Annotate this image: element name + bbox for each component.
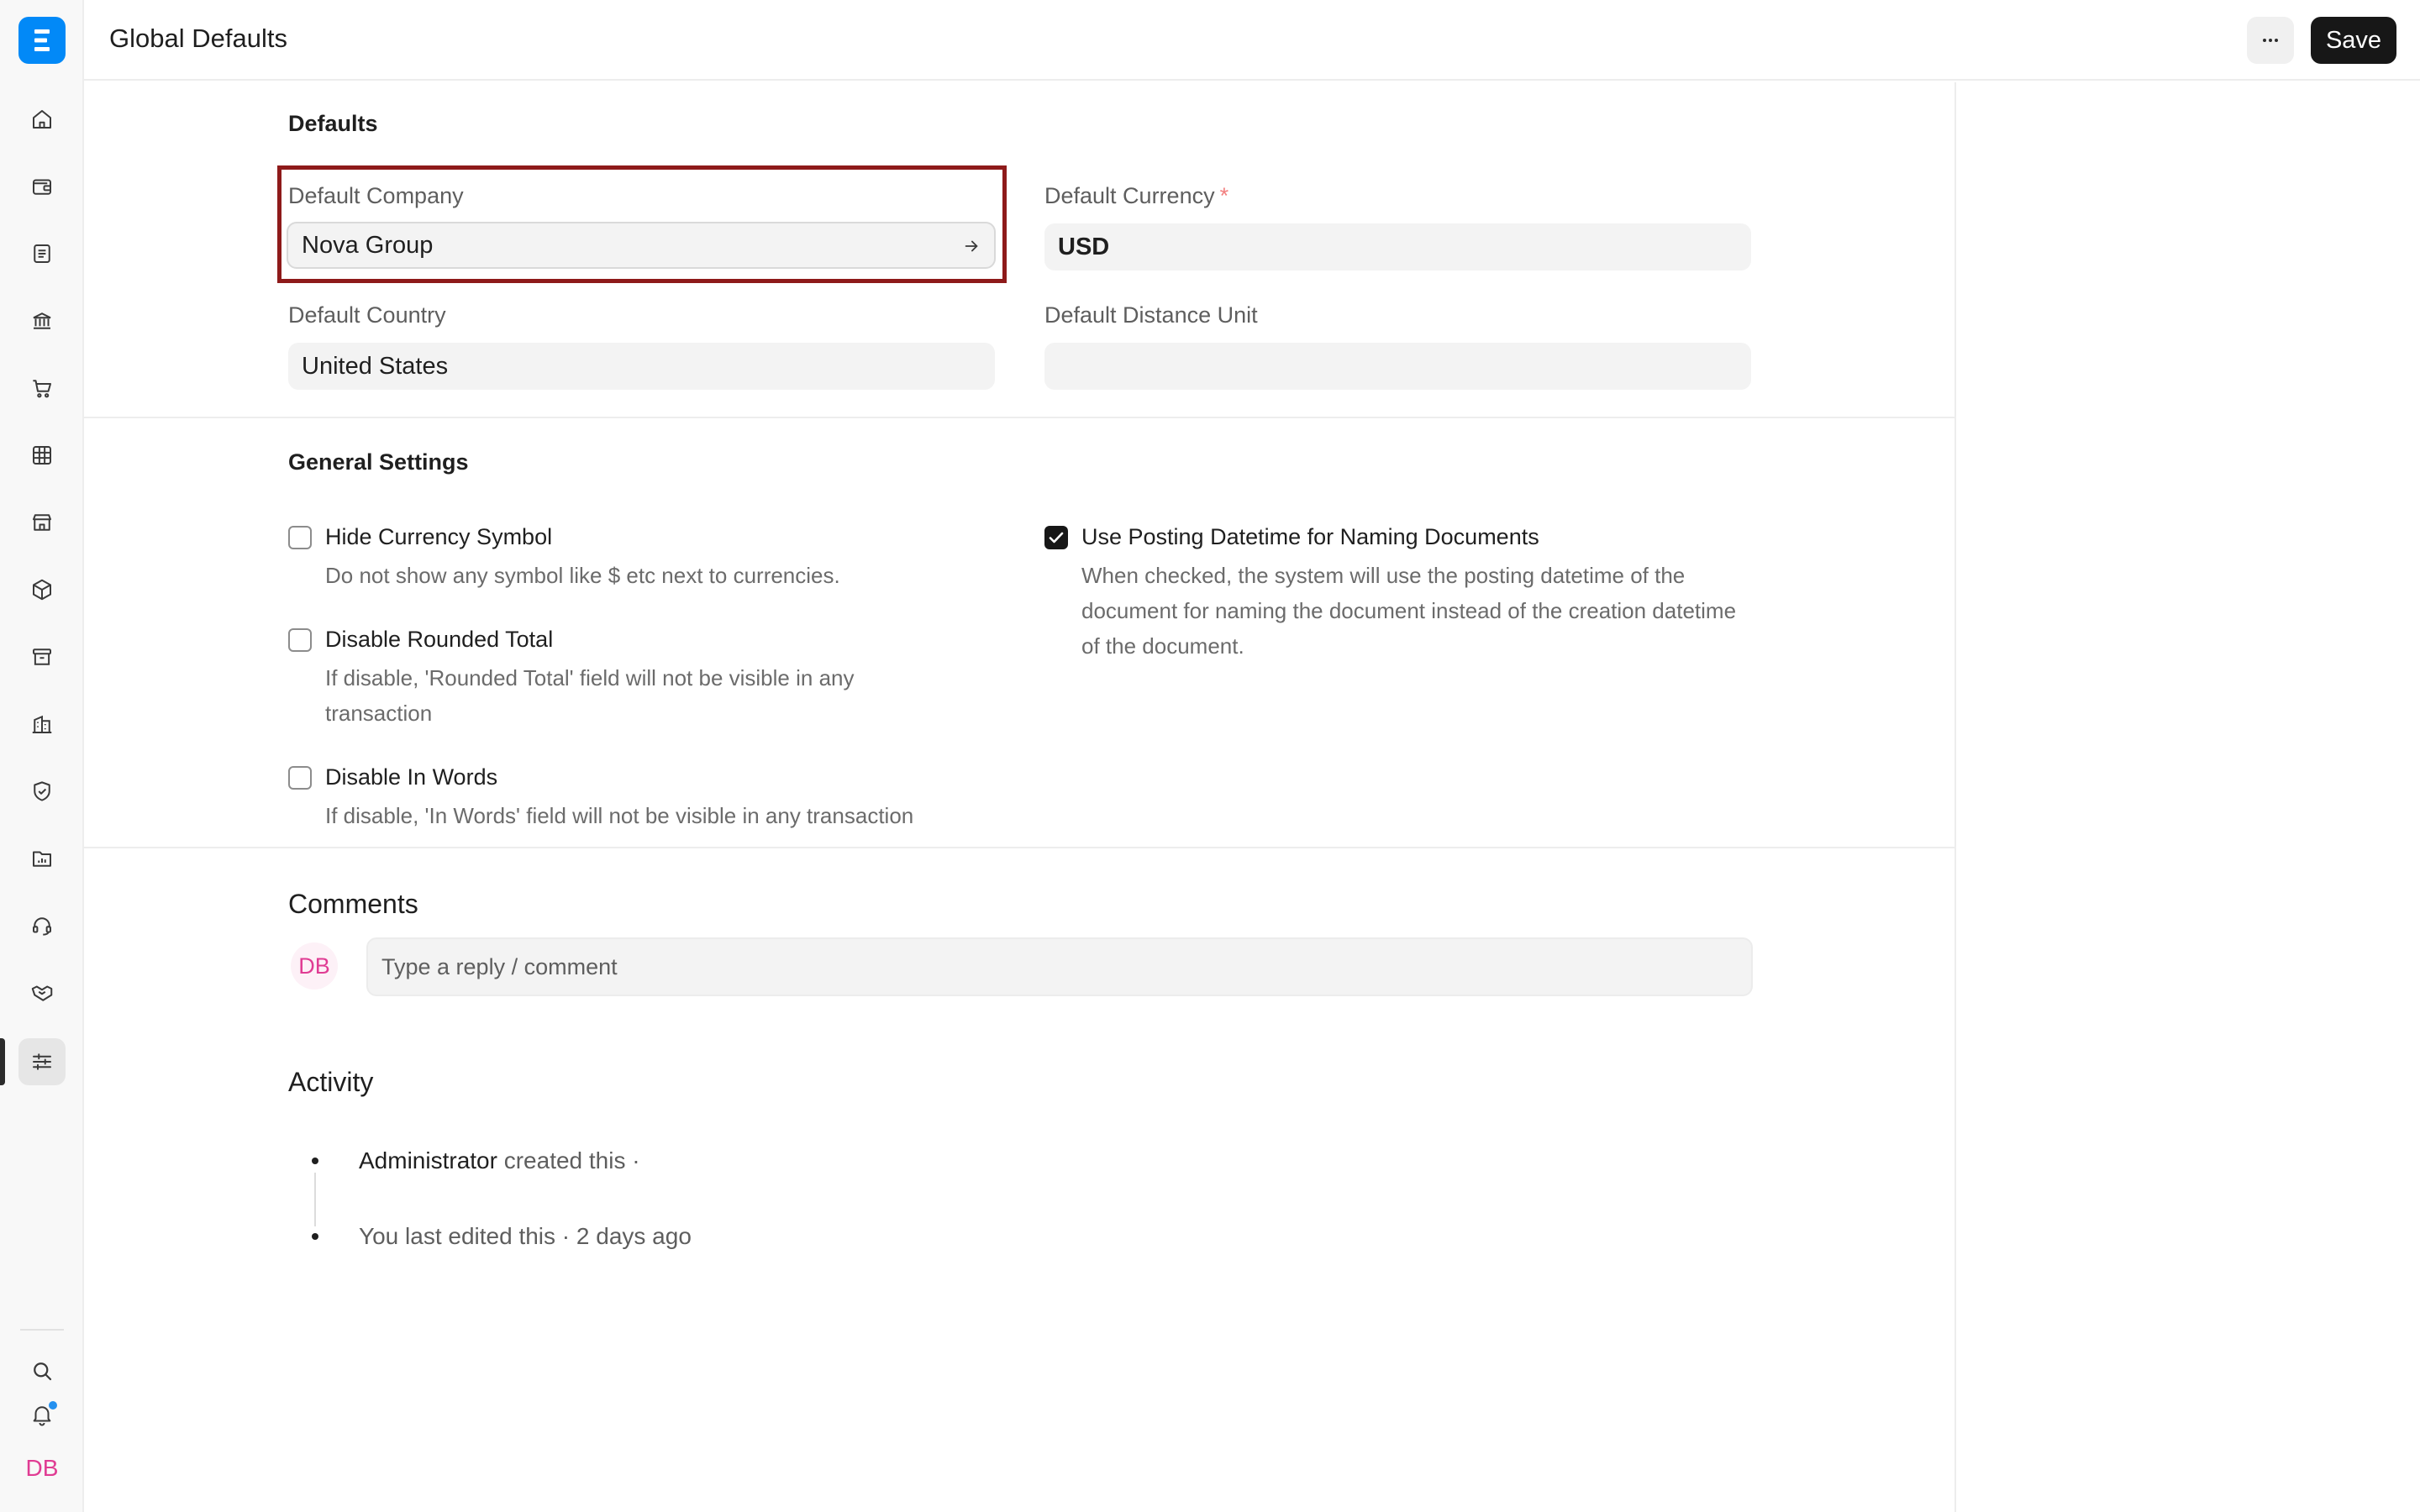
checkmark-icon (1049, 532, 1064, 543)
package-icon (33, 579, 51, 601)
search-icon (34, 1362, 52, 1381)
building-icon (32, 715, 52, 733)
sidebar-search[interactable] (18, 1347, 66, 1394)
sidebar-item-banking[interactable] (18, 297, 66, 344)
hide-currency-symbol-label: Hide Currency Symbol (325, 524, 553, 549)
handshake-icon (31, 985, 53, 1001)
sliders-icon (33, 1053, 51, 1070)
sidebar-item-home[interactable] (18, 96, 66, 143)
hide-currency-symbol-checkbox[interactable] (288, 526, 312, 549)
activity-entry: You last edited this · 2 days ago (359, 1223, 692, 1249)
document-icon (34, 244, 50, 263)
required-marker: * (1219, 183, 1229, 208)
sidebar-item-quality[interactable] (18, 768, 66, 815)
sidebar-item-accounting[interactable] (18, 163, 66, 210)
comment-avatar: DB (291, 942, 338, 990)
disable-rounded-total-description: If disable, 'Rounded Total' field will n… (325, 665, 855, 726)
sidebar-divider (20, 1329, 64, 1331)
page-header: Global Defaults Save (84, 0, 2420, 81)
default-country-label: Default Country (288, 302, 446, 328)
disable-rounded-total-checkbox[interactable] (288, 628, 312, 652)
disable-in-words-checkbox[interactable] (288, 766, 312, 790)
section-divider (84, 417, 1956, 418)
headset-icon (33, 917, 51, 936)
default-currency-field[interactable]: USD (1044, 223, 1751, 270)
folder-chart-icon (33, 851, 51, 867)
timeline-line (314, 1173, 316, 1226)
disable-in-words-description: If disable, 'In Words' field will not be… (325, 803, 914, 828)
default-distance-unit-label: Default Distance Unit (1044, 302, 1258, 328)
user-avatar[interactable]: DB (18, 1450, 66, 1487)
section-title-defaults: Defaults (288, 111, 378, 136)
section-title-general-settings: General Settings (288, 449, 469, 475)
app-logo[interactable] (18, 17, 66, 64)
highlight-box (277, 165, 1007, 283)
sidebar-item-table[interactable] (18, 432, 66, 479)
use-posting-datetime-label: Use Posting Datetime for Naming Document… (1081, 524, 1539, 549)
section-divider (84, 847, 1956, 848)
sidebar-item-settings[interactable] (18, 1038, 66, 1085)
store-icon (33, 514, 51, 531)
activity-actor[interactable]: Administrator (359, 1147, 497, 1173)
sidebar-item-assets[interactable] (18, 633, 66, 680)
use-posting-datetime-description: When checked, the system will use the po… (1081, 563, 1737, 659)
cart-icon (33, 380, 51, 398)
sidebar: DB (0, 0, 84, 1512)
default-distance-unit-field[interactable] (1044, 343, 1751, 390)
notification-dot (47, 1399, 59, 1411)
hide-currency-symbol-description: Do not show any symbol like $ etc next t… (325, 563, 840, 588)
timeline-bullet (312, 1233, 318, 1240)
sidebar-item-projects[interactable] (18, 835, 66, 882)
timeline-bullet (312, 1158, 318, 1164)
bank-icon (33, 312, 51, 329)
section-title-activity: Activity (288, 1067, 374, 1097)
sidebar-item-buying[interactable] (18, 365, 66, 412)
archive-icon (33, 648, 51, 665)
comment-input[interactable]: Type a reply / comment (366, 937, 1753, 996)
use-posting-datetime-checkbox[interactable] (1044, 526, 1068, 549)
section-title-comments: Comments (288, 889, 418, 919)
more-actions-button[interactable] (2247, 17, 2294, 64)
disable-in-words-label: Disable In Words (325, 764, 498, 790)
default-country-field[interactable]: United States (288, 343, 995, 390)
disable-rounded-total-label: Disable Rounded Total (325, 627, 554, 652)
form-area (84, 82, 1956, 1512)
erpnext-logo-icon (34, 29, 50, 51)
more-horizontal-icon (2263, 39, 2278, 42)
sidebar-item-selling[interactable] (18, 499, 66, 546)
page-title: Global Defaults (109, 24, 287, 53)
default-currency-label: Default Currency * (1044, 183, 1229, 208)
table-icon (33, 446, 51, 465)
sidebar-item-documents[interactable] (18, 230, 66, 277)
sidebar-notifications[interactable] (18, 1391, 66, 1438)
activity-entry: Administrator created this · (359, 1147, 640, 1173)
sidebar-item-stock[interactable] (18, 566, 66, 613)
active-indicator (0, 1038, 5, 1085)
sidebar-item-crm[interactable] (18, 969, 66, 1016)
default-country-value: United States (302, 352, 449, 380)
sidebar-item-organization[interactable] (18, 701, 66, 748)
wallet-icon (33, 179, 51, 195)
default-currency-value: USD (1058, 233, 1110, 260)
home-icon (33, 110, 51, 129)
sidebar-item-support[interactable] (18, 902, 66, 949)
shield-check-icon (34, 781, 50, 801)
save-button[interactable]: Save (2311, 17, 2396, 64)
